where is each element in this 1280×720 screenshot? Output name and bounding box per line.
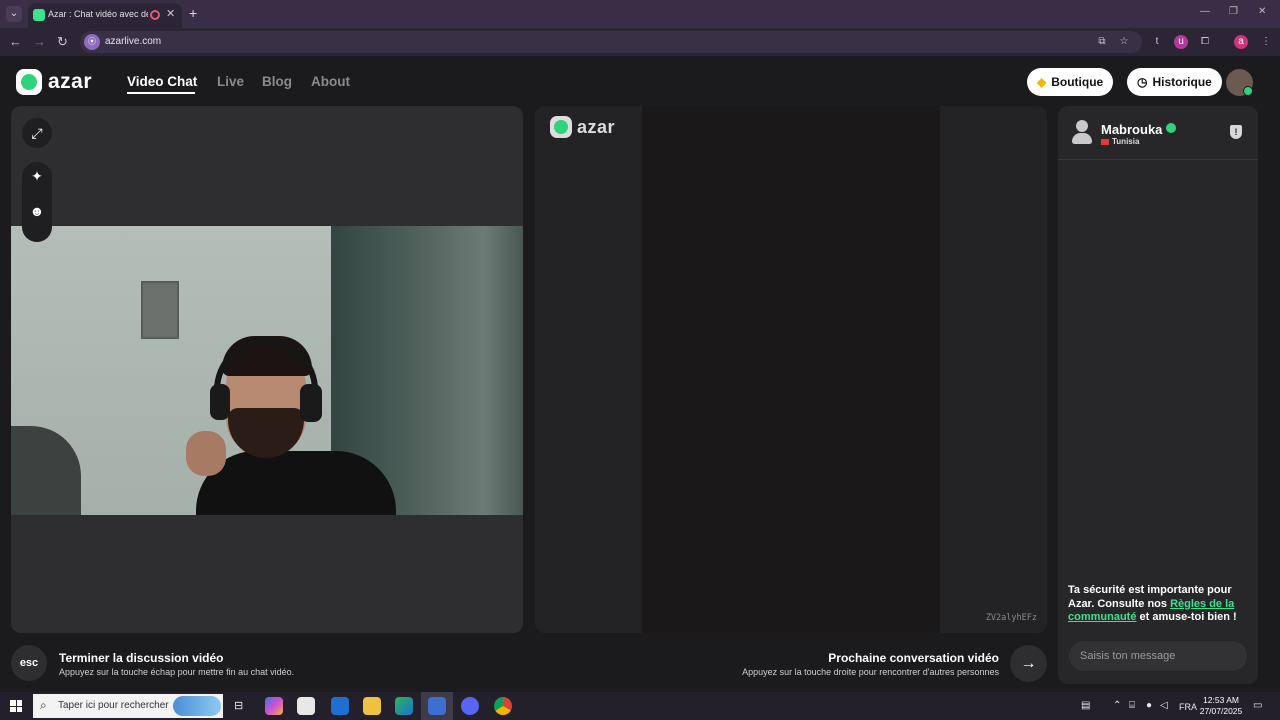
safety-notice: Ta sécurité est importante pour Azar. Co… — [1068, 584, 1237, 623]
report-shield-icon[interactable]: ! — [1230, 125, 1242, 139]
tab-title: Azar : Chat vidéo avec de nouvelles pers… — [48, 9, 148, 19]
browser-tab[interactable]: Azar : Chat vidéo avec de nouvelles pers… — [28, 3, 182, 28]
shop-button[interactable]: ◆ Boutique — [1027, 68, 1114, 96]
windows-start-icon[interactable] — [10, 700, 22, 712]
new-tab-icon[interactable]: + — [189, 5, 197, 21]
logo-text: azar — [48, 70, 93, 93]
azar-logo-icon — [550, 116, 572, 138]
azar-page: azar Video Chat Live Blog About ◆ Boutiq… — [0, 56, 1280, 692]
taskbar-clock[interactable]: 12:53 AM 27/07/2025 — [1198, 695, 1244, 717]
user-person — [186, 336, 396, 515]
nav-live[interactable]: Live — [217, 74, 244, 89]
microphone-icon[interactable]: ● — [1146, 700, 1152, 711]
peer-country: Tunisia — [1112, 137, 1140, 146]
browser-menu-icon[interactable]: ⋮ — [1259, 35, 1273, 49]
next-chat-arrow-icon[interactable]: → — [1010, 645, 1047, 682]
online-status-dot — [1243, 86, 1253, 96]
remote-desktop-icon[interactable] — [428, 697, 446, 715]
bookmark-star-icon[interactable]: ☆ — [1117, 35, 1131, 49]
extensions-puzzle-icon[interactable]: ⧠ — [1198, 35, 1212, 49]
network-icon[interactable]: ⌸ — [1129, 700, 1135, 711]
history-label: Historique — [1152, 75, 1212, 89]
gem-icon: ◆ — [1037, 75, 1047, 89]
end-chat-button[interactable]: esc — [11, 645, 47, 681]
clock-icon: ◷ — [1137, 75, 1148, 89]
copilot-icon[interactable] — [265, 697, 283, 715]
nav-video-chat[interactable]: Video Chat — [127, 74, 197, 89]
shop-label: Boutique — [1051, 75, 1104, 89]
sparkle-effects-icon[interactable]: ✦ — [22, 168, 52, 185]
store-icon[interactable] — [297, 697, 315, 715]
discord-icon[interactable] — [461, 697, 479, 715]
end-chat-title: Terminer la discussion vidéo — [59, 651, 224, 665]
expand-icon[interactable]: ⤢ — [22, 118, 52, 148]
restore-icon[interactable]: ❐ — [1229, 6, 1238, 17]
tab-close-icon[interactable]: ✕ — [166, 7, 175, 20]
notifications-icon[interactable]: ▭ — [1253, 700, 1262, 711]
recording-indicator-icon — [150, 10, 160, 20]
my-video-panel: ⤢ ✦ ☻ — [11, 106, 523, 633]
windows-taskbar: ⌕ Taper ici pour rechercher ⊟ ▤ ⌃ ⌸ ● ◁ … — [0, 692, 1280, 720]
face-filter-icon[interactable]: ☻ — [22, 203, 52, 219]
session-id: ZV2alyhEFz — [985, 613, 1037, 623]
nav-about[interactable]: About — [311, 74, 350, 89]
history-button[interactable]: ◷ Historique — [1127, 68, 1222, 96]
peer-avatar-icon[interactable] — [1071, 120, 1093, 144]
back-icon[interactable]: ← — [9, 34, 22, 49]
remote-azar-watermark: azar — [550, 116, 615, 138]
install-app-icon[interactable]: ⧉ — [1095, 35, 1109, 49]
site-info-icon[interactable]: ⦿ — [84, 34, 100, 50]
taskbar-search[interactable]: ⌕ Taper ici pour rechercher — [33, 694, 223, 718]
outlook-icon[interactable] — [331, 697, 349, 715]
reload-icon[interactable]: ↻ — [57, 34, 68, 50]
azar-logo-icon — [16, 69, 42, 95]
browser-address-bar: ← → ↻ ⦿ azarlive.com ⧉ ☆ t u ⧠ a ⋮ — [0, 28, 1280, 56]
minimize-icon[interactable]: — — [1200, 6, 1210, 17]
chat-panel: Mabrouka Tunisia ! Ta sécurité est impor… — [1058, 106, 1258, 684]
taskbar-search-text: Taper ici pour rechercher — [58, 700, 169, 711]
extension-u-icon[interactable]: u — [1174, 35, 1188, 49]
tunisia-flag-icon — [1101, 139, 1109, 145]
clock-date: 27/07/2025 — [1199, 706, 1243, 716]
file-explorer-icon[interactable] — [363, 697, 381, 715]
verified-badge-icon — [1166, 123, 1176, 133]
nav-active-indicator — [127, 92, 195, 94]
remote-camera-feed — [642, 106, 940, 633]
extension-t-icon[interactable]: t — [1150, 35, 1164, 49]
remote-video-panel: azar ZV2alyhEFz — [535, 106, 1047, 633]
peer-name[interactable]: Mabrouka — [1101, 122, 1162, 137]
volume-icon[interactable]: ◁ — [1160, 700, 1168, 711]
chrome-icon[interactable] — [494, 697, 512, 715]
end-chat-hint: Appuyez sur la touche échap pour mettre … — [59, 667, 295, 677]
edge-icon[interactable] — [395, 697, 413, 715]
forward-icon[interactable]: → — [33, 34, 46, 49]
next-chat-hint: Appuyez sur la touche droite pour rencon… — [742, 667, 999, 677]
azar-logo[interactable]: azar — [16, 69, 92, 95]
nav-blog[interactable]: Blog — [262, 74, 292, 89]
news-widget-icon[interactable]: ▤ — [1081, 700, 1090, 711]
tab-search-icon[interactable]: ⌄ — [6, 6, 22, 22]
effects-toolbar: ✦ ☻ — [22, 162, 52, 242]
peer-header: Mabrouka Tunisia ! — [1058, 106, 1258, 160]
task-view-icon[interactable]: ⊟ — [234, 699, 243, 712]
window-close-icon[interactable]: ✕ — [1258, 6, 1266, 17]
language-indicator[interactable]: FRA — [1179, 702, 1197, 712]
url-field[interactable]: ⦿ azarlive.com — [80, 31, 1142, 53]
search-icon: ⌕ — [40, 698, 47, 712]
my-camera-feed — [11, 226, 523, 515]
profile-icon[interactable]: a — [1234, 35, 1248, 49]
chat-message-input[interactable] — [1069, 641, 1247, 671]
browser-tab-bar: ⌄ Azar : Chat vidéo avec de nouvelles pe… — [0, 0, 1280, 28]
azar-favicon-icon — [33, 9, 45, 21]
url-text: azarlive.com — [105, 36, 162, 47]
show-hidden-icons-icon[interactable]: ⌃ — [1113, 700, 1121, 711]
watermark-text: azar — [577, 116, 616, 137]
wall-picture — [141, 281, 179, 339]
clock-time: 12:53 AM — [1203, 695, 1239, 705]
next-chat-title: Prochaine conversation vidéo — [828, 651, 999, 665]
search-highlight-art — [173, 696, 221, 716]
